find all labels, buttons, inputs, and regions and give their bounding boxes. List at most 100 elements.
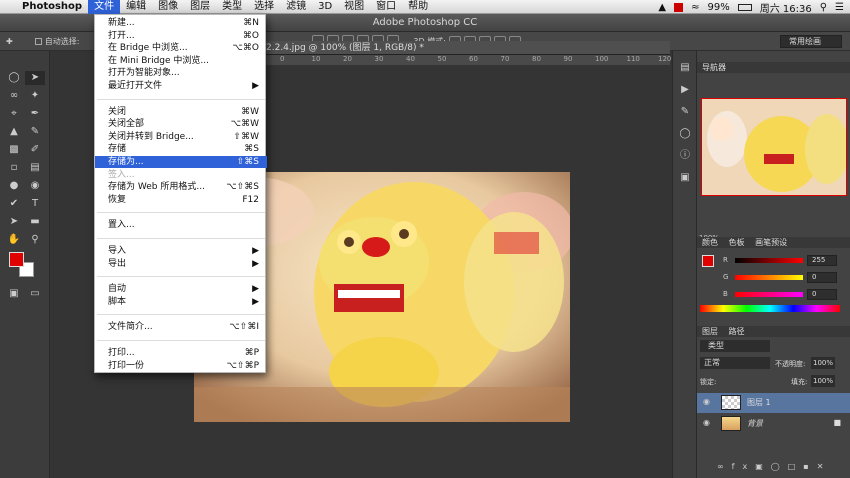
r-slider[interactable] <box>735 258 803 263</box>
color-fg-swatch[interactable] <box>702 255 714 267</box>
tab-swatches[interactable]: 色板 <box>729 238 745 247</box>
menu-app-name[interactable]: Photoshop <box>16 0 88 14</box>
shape-tool-icon[interactable]: ▬ <box>25 215 45 229</box>
file-menu-item[interactable]: 存储 ⌘S <box>95 143 267 155</box>
layer-row-background[interactable]: ◉ 背景 ■ <box>697 414 850 434</box>
layer-filter-select[interactable]: 类型 <box>700 340 770 352</box>
bell-icon[interactable]: ▲ <box>658 2 666 13</box>
dodge-tool-icon[interactable]: ◉ <box>25 179 45 193</box>
file-menu-item[interactable]: 在 Bridge 中浏览... ⌥⌘O <box>95 42 267 54</box>
hand-tool-icon[interactable]: ✋ <box>4 233 24 247</box>
clock[interactable]: 周六 16:36 <box>760 0 812 15</box>
file-menu-item[interactable]: 文件简介... ⌥⇧⌘I <box>95 321 267 333</box>
b-value[interactable]: 0 <box>807 289 837 300</box>
navigator-tab[interactable]: 导航器 <box>697 62 850 73</box>
pen-tool-icon[interactable]: ✔ <box>4 197 24 211</box>
quick-mask-icon[interactable]: ▣ <box>4 287 24 301</box>
eye-icon[interactable]: ◉ <box>703 418 710 427</box>
menu-3d[interactable]: 3D <box>312 0 338 14</box>
marquee-tool-icon[interactable]: ◯ <box>4 71 24 85</box>
foreground-color-swatch[interactable] <box>9 252 24 267</box>
spotlight-icon[interactable]: ⚲ <box>820 2 827 13</box>
fill-input[interactable]: 100% <box>811 375 835 387</box>
menu-layer[interactable]: 图层 <box>184 0 216 14</box>
g-slider[interactable] <box>735 275 803 280</box>
file-menu-item[interactable]: 最近打开文件 ▶ <box>95 80 267 92</box>
move-tool-icon[interactable]: ✚ <box>6 37 13 46</box>
tab-brush-presets[interactable]: 画笔预设 <box>755 238 787 247</box>
navigator-thumbnail[interactable] <box>701 98 847 196</box>
apple-icon[interactable] <box>0 0 16 14</box>
tab-color[interactable]: 颜色 <box>702 238 718 247</box>
eyedropper-icon[interactable]: ✒ <box>25 107 45 121</box>
type-tool-icon[interactable]: T <box>25 197 45 211</box>
blur-tool-icon[interactable]: ● <box>4 179 24 193</box>
b-slider[interactable] <box>735 292 803 297</box>
tab-paths[interactable]: 路径 <box>729 327 745 336</box>
workspace-preset-select[interactable]: 常用绘画 <box>780 35 842 48</box>
menu-window[interactable]: 窗口 <box>370 0 402 14</box>
menu-help[interactable]: 帮助 <box>402 0 434 14</box>
file-menu-item[interactable]: 打开... ⌘O <box>95 30 267 42</box>
file-menu-item[interactable]: 存储为... ⇧⌘S <box>95 156 267 168</box>
history-brush-icon[interactable]: ✐ <box>25 143 45 157</box>
file-menu-item[interactable]: 自动 ▶ <box>95 283 267 295</box>
menu-image[interactable]: 图像 <box>152 0 184 14</box>
layer-row-layer1[interactable]: ◉ 图层 1 <box>697 393 850 413</box>
opacity-input[interactable]: 100% <box>811 357 835 369</box>
file-menu-item[interactable]: 打印一份 ⌥⇧⌘P <box>95 360 267 372</box>
file-menu-item[interactable]: 关闭全部 ⌥⌘W <box>95 118 267 130</box>
ruler-tick-label: 70 <box>500 55 510 63</box>
menu-type[interactable]: 类型 <box>216 0 248 14</box>
menu-filter[interactable]: 滤镜 <box>280 0 312 14</box>
file-menu-item[interactable]: 打开为智能对象... <box>95 67 267 79</box>
battery-icon[interactable] <box>737 3 752 11</box>
menu-file[interactable]: 文件 <box>88 0 121 14</box>
zoom-tool-icon[interactable]: ⚲ <box>25 233 45 247</box>
file-menu-item[interactable]: 脚本 ▶ <box>95 296 267 308</box>
gradient-tool-icon[interactable]: ▤ <box>25 161 45 175</box>
g-value[interactable]: 0 <box>807 272 837 283</box>
brush-tool-icon[interactable]: ✎ <box>25 125 45 139</box>
info-panel-icon[interactable]: ⓘ <box>675 149 695 163</box>
file-menu-item[interactable]: 在 Mini Bridge 中浏览... <box>95 55 267 67</box>
file-menu-item[interactable]: 关闭并转到 Bridge... ⇧⌘W <box>95 131 267 143</box>
file-menu-item[interactable]: 导入 ▶ <box>95 245 267 257</box>
app-status-icon[interactable] <box>674 2 684 12</box>
r-value[interactable]: 255 <box>807 255 837 266</box>
path-select-icon[interactable]: ➤ <box>4 215 24 229</box>
menu-view[interactable]: 视图 <box>338 0 370 14</box>
layers-footer-icons[interactable]: ∞fx▣◯□▪✕ <box>717 462 831 471</box>
clone-source-icon[interactable]: ◯ <box>675 127 695 141</box>
document-tab[interactable]: 2.2.4.jpg @ 100% (图层 1, RGB/8) * <box>258 41 670 55</box>
menu-select[interactable]: 选择 <box>248 0 280 14</box>
color-spectrum[interactable] <box>700 305 840 312</box>
crop-tool-icon[interactable]: ⌖ <box>4 107 24 121</box>
eraser-tool-icon[interactable]: ▫ <box>4 161 24 175</box>
file-menu-item[interactable]: 恢复 F12 <box>95 194 267 206</box>
auto-select-checkbox[interactable] <box>34 37 42 45</box>
menu-edit[interactable]: 编辑 <box>120 0 152 14</box>
wifi-icon[interactable]: ≈ <box>691 2 699 13</box>
file-menu-item[interactable]: 存储为 Web 所用格式... ⌥⇧⌘S <box>95 181 267 193</box>
brush-panel-icon[interactable]: ✎ <box>675 105 695 119</box>
blend-mode-select[interactable]: 正常 <box>700 357 770 369</box>
history-panel-icon[interactable]: ▤ <box>675 61 695 75</box>
file-menu-item[interactable]: 新建... ⌘N <box>95 17 267 29</box>
file-menu-item[interactable]: 置入... <box>95 219 267 231</box>
file-menu-item[interactable]: 关闭 ⌘W <box>95 106 267 118</box>
screen-mode-icon[interactable]: ▭ <box>25 287 45 301</box>
notification-list-icon[interactable]: ☰ <box>835 2 844 13</box>
file-menu-item[interactable]: 签入... <box>95 169 267 181</box>
magic-wand-icon[interactable]: ✦ <box>25 89 45 103</box>
stamp-tool-icon[interactable]: ▩ <box>4 143 24 157</box>
lasso-tool-icon[interactable]: ∞ <box>4 89 24 103</box>
file-menu-item[interactable]: 导出 ▶ <box>95 258 267 270</box>
healing-brush-icon[interactable]: ▲ <box>4 125 24 139</box>
tab-layers[interactable]: 图层 <box>702 327 718 336</box>
properties-panel-icon[interactable]: ▣ <box>675 171 695 185</box>
eye-icon[interactable]: ◉ <box>703 397 710 406</box>
actions-panel-icon[interactable]: ▶ <box>675 83 695 97</box>
move-tool-icon[interactable]: ➤ <box>25 71 45 85</box>
file-menu-item[interactable]: 打印... ⌘P <box>95 347 267 359</box>
